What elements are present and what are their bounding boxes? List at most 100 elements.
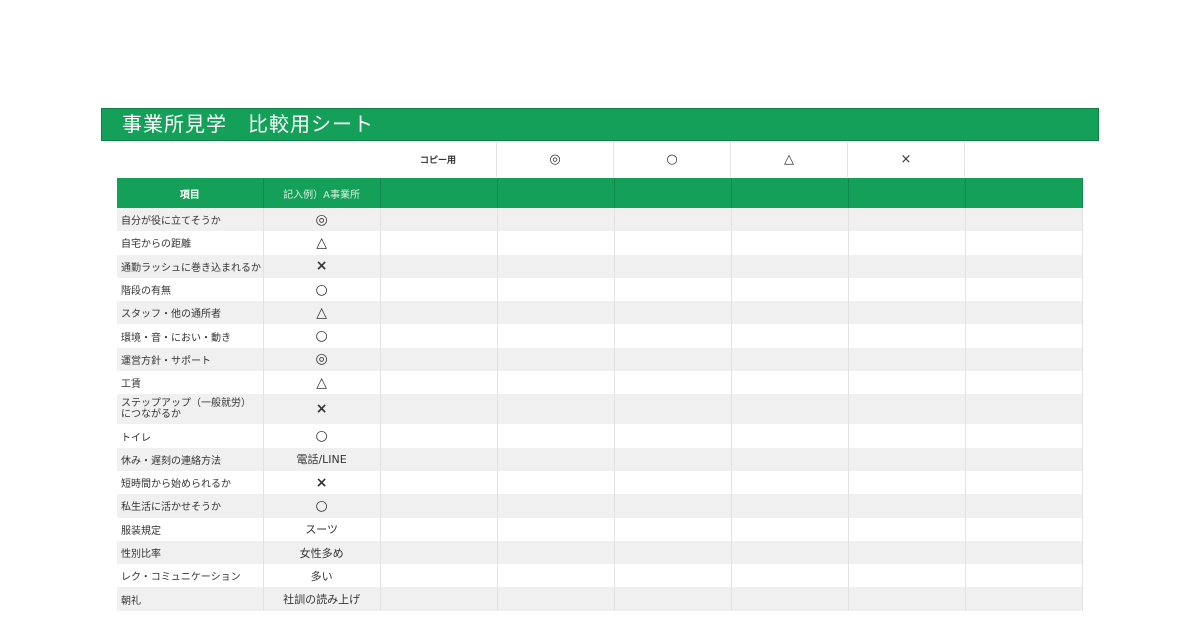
header-facility-4[interactable] (731, 178, 849, 208)
facility-cell[interactable] (848, 371, 966, 395)
facility-cell[interactable] (497, 540, 615, 565)
facility-cell[interactable] (731, 424, 849, 448)
facility-cell[interactable] (965, 277, 1084, 302)
facility-cell[interactable] (731, 517, 849, 541)
facility-cell[interactable] (614, 447, 732, 471)
facility-cell[interactable] (614, 424, 732, 448)
facility-cell[interactable] (731, 371, 849, 395)
facility-cell[interactable] (380, 394, 498, 425)
facility-cell[interactable] (614, 470, 732, 495)
facility-cell[interactable] (848, 564, 966, 588)
facility-cell[interactable] (614, 324, 732, 348)
facility-cell[interactable] (965, 371, 1084, 395)
facility-cell[interactable] (965, 447, 1084, 471)
facility-cell[interactable] (848, 494, 966, 518)
facility-cell[interactable] (731, 347, 849, 372)
facility-cell[interactable] (614, 208, 732, 232)
header-facility-3[interactable] (614, 178, 732, 208)
facility-cell[interactable] (731, 447, 849, 471)
facility-cell[interactable] (614, 277, 732, 302)
facility-cell[interactable] (497, 301, 615, 325)
facility-cell[interactable] (497, 231, 615, 255)
facility-cell[interactable] (497, 254, 615, 278)
facility-cell[interactable] (380, 587, 498, 611)
facility-cell[interactable] (614, 254, 732, 278)
facility-cell[interactable] (848, 208, 966, 232)
facility-cell[interactable] (380, 517, 498, 541)
facility-cell[interactable] (965, 424, 1084, 448)
facility-cell[interactable] (497, 494, 615, 518)
facility-cell[interactable] (497, 208, 615, 232)
facility-cell[interactable] (848, 470, 966, 495)
facility-cell[interactable] (731, 277, 849, 302)
facility-cell[interactable] (965, 324, 1084, 348)
facility-cell[interactable] (848, 517, 966, 541)
facility-cell[interactable] (848, 231, 966, 255)
facility-cell[interactable] (614, 540, 732, 565)
facility-cell[interactable] (731, 231, 849, 255)
facility-cell[interactable] (380, 347, 498, 372)
facility-cell[interactable] (380, 564, 498, 588)
facility-cell[interactable] (848, 301, 966, 325)
facility-cell[interactable] (848, 394, 966, 425)
facility-cell[interactable] (614, 494, 732, 518)
facility-cell[interactable] (965, 517, 1084, 541)
facility-cell[interactable] (497, 347, 615, 372)
facility-cell[interactable] (848, 447, 966, 471)
facility-cell[interactable] (731, 564, 849, 588)
facility-cell[interactable] (380, 494, 498, 518)
facility-cell[interactable] (848, 424, 966, 448)
facility-cell[interactable] (380, 424, 498, 448)
facility-cell[interactable] (965, 494, 1084, 518)
facility-cell[interactable] (380, 470, 498, 495)
facility-cell[interactable] (848, 540, 966, 565)
facility-cell[interactable] (497, 564, 615, 588)
facility-cell[interactable] (731, 470, 849, 495)
facility-cell[interactable] (614, 371, 732, 395)
facility-cell[interactable] (497, 371, 615, 395)
facility-cell[interactable] (380, 277, 498, 302)
facility-cell[interactable] (731, 254, 849, 278)
facility-cell[interactable] (848, 254, 966, 278)
facility-cell[interactable] (380, 254, 498, 278)
facility-cell[interactable] (848, 587, 966, 611)
facility-cell[interactable] (965, 208, 1084, 232)
facility-cell[interactable] (848, 324, 966, 348)
facility-cell[interactable] (380, 447, 498, 471)
facility-cell[interactable] (965, 254, 1084, 278)
facility-cell[interactable] (614, 301, 732, 325)
facility-cell[interactable] (380, 208, 498, 232)
facility-cell[interactable] (848, 277, 966, 302)
facility-cell[interactable] (497, 277, 615, 302)
facility-cell[interactable] (614, 231, 732, 255)
facility-cell[interactable] (848, 347, 966, 372)
facility-cell[interactable] (731, 587, 849, 611)
header-facility-1[interactable] (380, 178, 498, 208)
facility-cell[interactable] (497, 470, 615, 495)
header-facility-5[interactable] (848, 178, 966, 208)
facility-cell[interactable] (497, 517, 615, 541)
facility-cell[interactable] (965, 470, 1084, 495)
facility-cell[interactable] (965, 540, 1084, 565)
facility-cell[interactable] (614, 517, 732, 541)
facility-cell[interactable] (965, 587, 1084, 611)
facility-cell[interactable] (965, 347, 1084, 372)
header-facility-2[interactable] (497, 178, 615, 208)
facility-cell[interactable] (380, 231, 498, 255)
facility-cell[interactable] (380, 540, 498, 565)
facility-cell[interactable] (497, 447, 615, 471)
header-facility-6[interactable] (965, 178, 1084, 208)
facility-cell[interactable] (380, 371, 498, 395)
facility-cell[interactable] (731, 540, 849, 565)
facility-cell[interactable] (614, 347, 732, 372)
facility-cell[interactable] (731, 208, 849, 232)
facility-cell[interactable] (731, 394, 849, 425)
facility-cell[interactable] (380, 301, 498, 325)
facility-cell[interactable] (497, 324, 615, 348)
facility-cell[interactable] (731, 301, 849, 325)
facility-cell[interactable] (965, 394, 1084, 425)
facility-cell[interactable] (965, 231, 1084, 255)
facility-cell[interactable] (497, 394, 615, 425)
facility-cell[interactable] (497, 587, 615, 611)
facility-cell[interactable] (380, 324, 498, 348)
